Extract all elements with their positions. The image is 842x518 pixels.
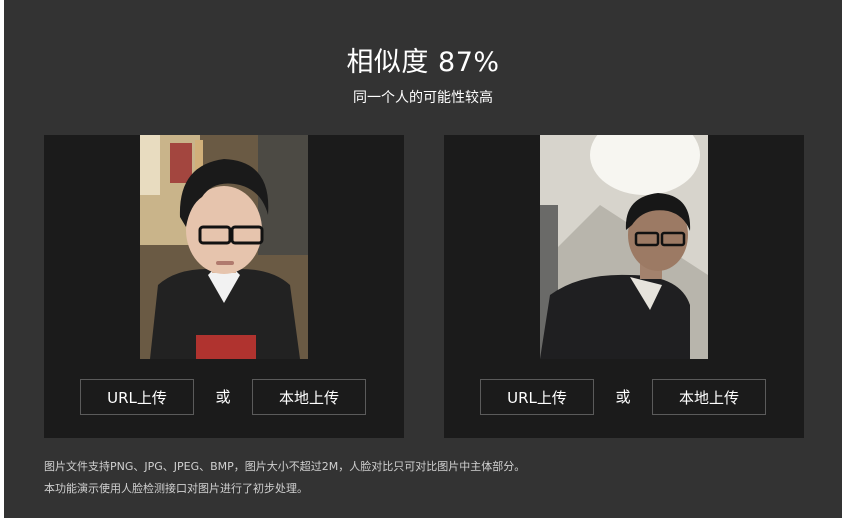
local-upload-button[interactable]: 本地上传 [652, 379, 766, 415]
face-compare-demo: 相似度 87% 同一个人的可能性较高 URL上传 或 本地上传 URL上传 或 … [4, 0, 842, 518]
or-label: 或 [215, 388, 231, 406]
face-photo-left [140, 135, 308, 359]
image-panel-right: URL上传 或 本地上传 [444, 135, 804, 438]
processing-note: 本功能演示使用人脸检测接口对图片进行了初步处理。 [44, 482, 308, 495]
url-upload-button[interactable]: URL上传 [480, 379, 594, 415]
url-upload-button[interactable]: URL上传 [80, 379, 194, 415]
format-note: 图片文件支持PNG、JPG、JPEG、BMP，图片大小不超过2M，人脸对比只可对… [44, 460, 526, 473]
similarity-conclusion: 同一个人的可能性较高 [353, 90, 493, 106]
similarity-score: 相似度 87% [346, 47, 500, 78]
local-upload-button[interactable]: 本地上传 [252, 379, 366, 415]
image-panel-left: URL上传 或 本地上传 [44, 135, 404, 438]
or-label: 或 [615, 388, 631, 406]
face-photo-right [540, 135, 708, 359]
